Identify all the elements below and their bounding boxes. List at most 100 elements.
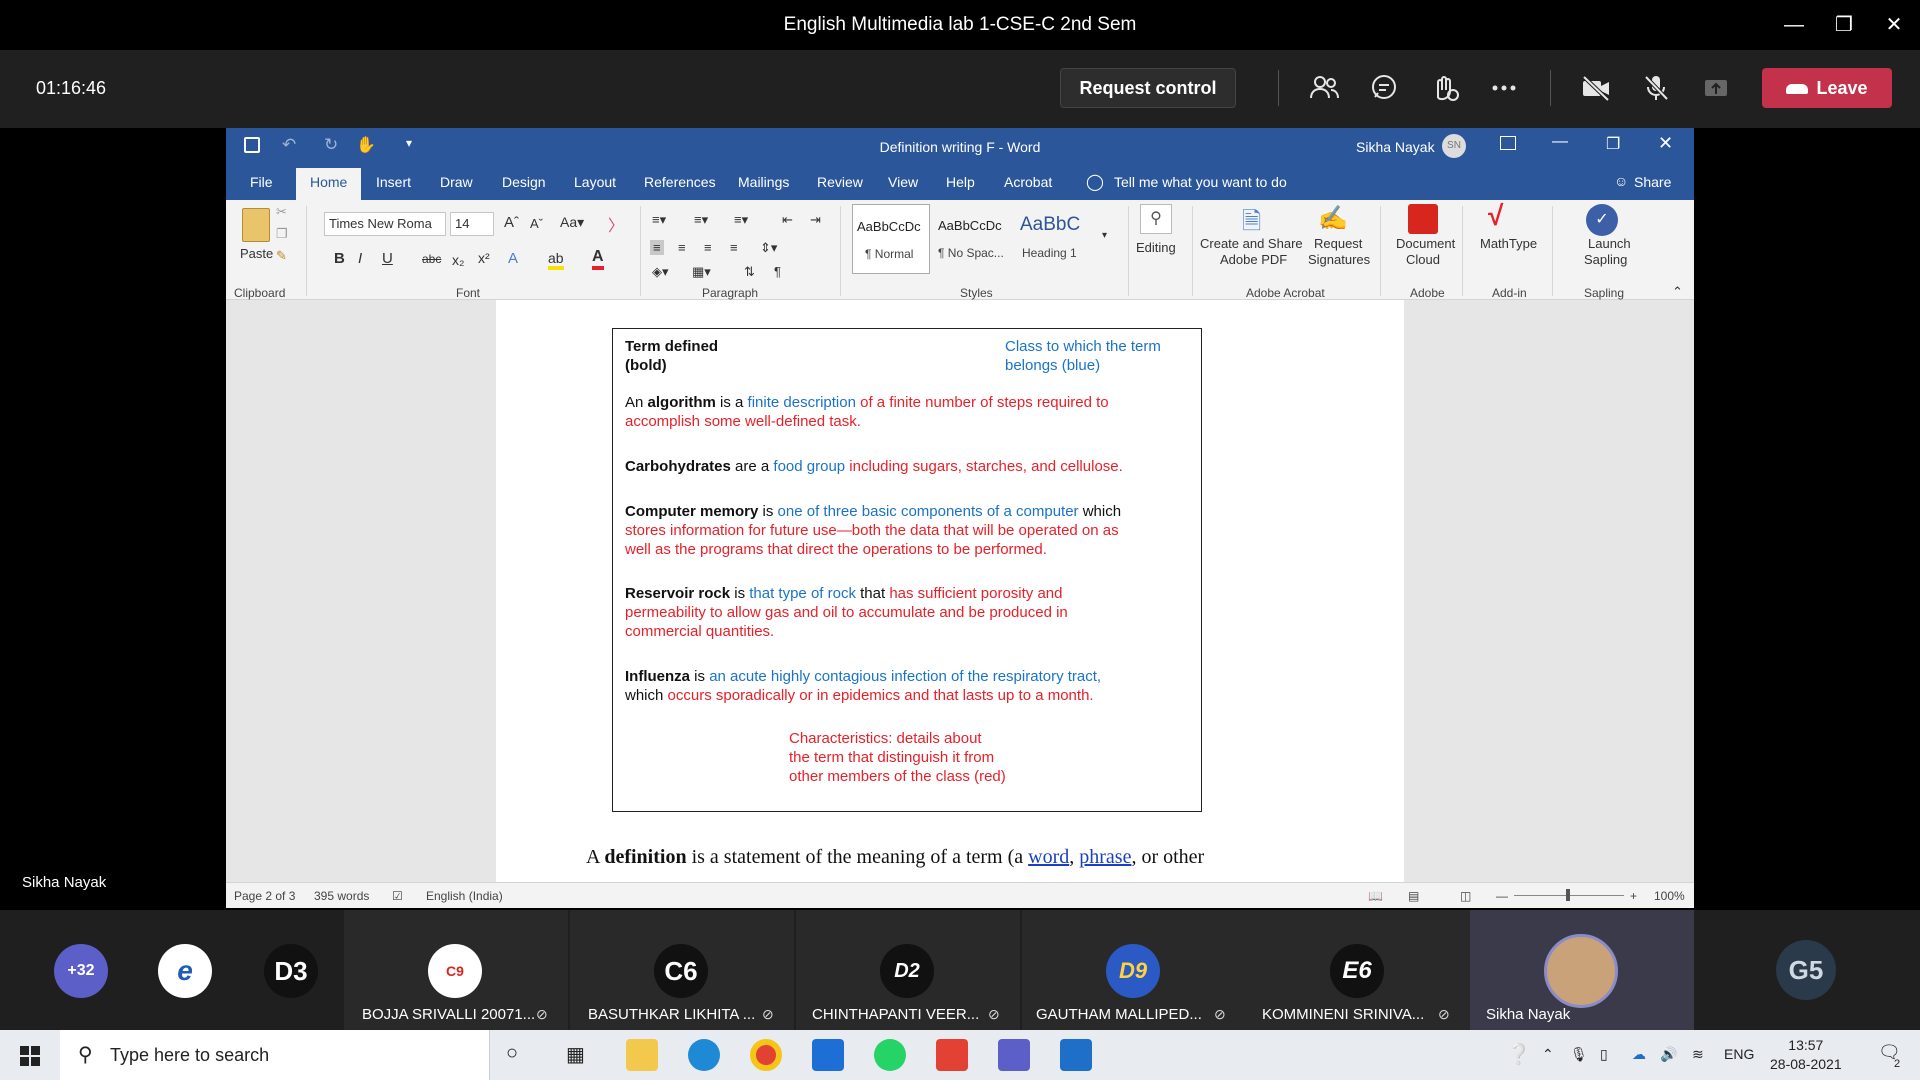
- tell-me-search[interactable]: Tell me what you want to do: [1114, 174, 1287, 190]
- teams-icon[interactable]: [998, 1039, 1030, 1071]
- language-status[interactable]: English (India): [426, 889, 503, 903]
- link-phrase[interactable]: phrase: [1079, 846, 1131, 868]
- help-icon[interactable]: ❔: [1506, 1042, 1531, 1067]
- style-no-spacing[interactable]: AaBbCcDc ¶ No Spac...: [934, 204, 1014, 274]
- document-page[interactable]: Term defined (bold) Class to which the t…: [496, 300, 1404, 882]
- line-spacing-icon[interactable]: ⇕▾: [760, 240, 777, 256]
- align-right-icon[interactable]: ≡: [704, 240, 712, 255]
- mail-icon[interactable]: [812, 1039, 844, 1071]
- document-cloud-label-2[interactable]: Cloud: [1406, 252, 1440, 267]
- proofing-icon[interactable]: ☑: [392, 889, 403, 903]
- more-options-icon[interactable]: [1486, 70, 1522, 106]
- word-close-icon[interactable]: ✕: [1658, 133, 1673, 154]
- tab-home[interactable]: Home: [296, 168, 362, 200]
- participant-tile[interactable]: C9 BOJJA SRIVALLI 20071... ⊘: [344, 910, 568, 1030]
- style-normal[interactable]: AaBbCcDc ¶ Normal: [852, 204, 930, 274]
- shrink-font-icon[interactable]: Aˇ: [530, 216, 543, 231]
- zoom-in-icon[interactable]: +: [1630, 889, 1637, 903]
- bold-icon[interactable]: B: [334, 250, 345, 267]
- italic-icon[interactable]: I: [358, 250, 362, 267]
- shading-icon[interactable]: ◈▾: [652, 264, 669, 280]
- more-participants-badge[interactable]: +32: [54, 944, 108, 998]
- edge-icon[interactable]: [688, 1039, 720, 1071]
- paste-icon[interactable]: [242, 208, 270, 242]
- copy-icon[interactable]: ❐: [276, 226, 288, 242]
- cortana-icon[interactable]: ○: [506, 1042, 518, 1065]
- tab-draw[interactable]: Draw: [440, 174, 473, 190]
- document-cloud-label-1[interactable]: Document: [1396, 236, 1455, 251]
- sort-icon[interactable]: ⇅: [744, 264, 755, 280]
- editing-search-icon[interactable]: ⚲: [1140, 204, 1172, 234]
- clear-formatting-icon[interactable]: 〉: [608, 212, 624, 236]
- numbering-icon[interactable]: ≡▾: [694, 212, 708, 228]
- text-effects-icon[interactable]: A: [508, 250, 518, 267]
- avatar[interactable]: SN: [1442, 134, 1466, 158]
- align-left-icon[interactable]: ≡: [650, 240, 664, 255]
- superscript-icon[interactable]: x²: [478, 250, 490, 266]
- tab-help[interactable]: Help: [946, 174, 975, 190]
- participant-avatar[interactable]: G5: [1776, 940, 1836, 1000]
- mic-off-icon[interactable]: [1638, 70, 1674, 106]
- change-case-icon[interactable]: Aa▾: [560, 214, 584, 231]
- tab-design[interactable]: Design: [502, 174, 546, 190]
- paste-button[interactable]: Paste: [240, 246, 273, 261]
- request-signatures-label-2[interactable]: Signatures: [1308, 252, 1370, 267]
- account-name[interactable]: Sikha Nayak: [1356, 139, 1435, 155]
- windows-start-icon[interactable]: [20, 1046, 40, 1066]
- request-control-button[interactable]: Request control: [1060, 68, 1236, 108]
- tab-references[interactable]: References: [644, 174, 716, 190]
- subscript-icon[interactable]: x₂: [452, 252, 464, 268]
- align-center-icon[interactable]: ≡: [678, 240, 686, 255]
- zoom-slider-thumb[interactable]: [1566, 889, 1570, 901]
- highlight-icon[interactable]: ab: [548, 250, 564, 270]
- microphone-icon[interactable]: 🎙: [1570, 1046, 1588, 1063]
- whatsapp-icon[interactable]: [874, 1039, 906, 1071]
- participants-icon[interactable]: [1306, 70, 1342, 106]
- word-restore-icon[interactable]: ❐: [1606, 134, 1620, 154]
- page-count[interactable]: Page 2 of 3: [234, 889, 295, 903]
- editing-button[interactable]: Editing: [1136, 240, 1176, 255]
- launch-sapling-label-2[interactable]: Sapling: [1584, 252, 1627, 267]
- launch-sapling-label-1[interactable]: Launch: [1588, 236, 1631, 251]
- chrome-icon[interactable]: [750, 1039, 782, 1071]
- share-screen-icon[interactable]: [1698, 70, 1734, 106]
- font-color-icon[interactable]: A: [592, 248, 604, 270]
- participant-tile[interactable]: D2 CHINTHAPANTI VEER... ⊘: [796, 910, 1020, 1030]
- link-word[interactable]: word: [1028, 846, 1069, 868]
- show-hidden-icons-icon[interactable]: ⌃: [1542, 1046, 1554, 1063]
- battery-icon[interactable]: ▯: [1600, 1046, 1608, 1063]
- styles-more-icon[interactable]: ▾: [1102, 230, 1107, 241]
- tab-view[interactable]: View: [888, 174, 918, 190]
- onedrive-icon[interactable]: ☁: [1632, 1046, 1646, 1063]
- close-icon[interactable]: ✕: [1876, 10, 1912, 40]
- collapse-ribbon-icon[interactable]: ⌃: [1672, 284, 1683, 300]
- office-icon[interactable]: [936, 1039, 968, 1071]
- web-layout-icon[interactable]: ◫: [1460, 889, 1471, 903]
- ribbon-display-icon[interactable]: [1500, 136, 1516, 150]
- tab-file[interactable]: File: [250, 174, 273, 190]
- participant-tile[interactable]: C6 BASUTHKAR LIKHITA ... ⊘: [570, 910, 794, 1030]
- wifi-icon[interactable]: ≋: [1692, 1046, 1704, 1063]
- style-heading-1[interactable]: AaBbC Heading 1: [1016, 204, 1096, 274]
- strikethrough-icon[interactable]: abc: [422, 252, 441, 266]
- zoom-out-icon[interactable]: —: [1496, 889, 1508, 903]
- tab-review[interactable]: Review: [817, 174, 863, 190]
- format-painter-icon[interactable]: ✎: [276, 248, 287, 264]
- share-button[interactable]: Share: [1634, 174, 1671, 190]
- create-share-label-2[interactable]: Adobe PDF: [1220, 252, 1287, 267]
- word-count[interactable]: 395 words: [314, 889, 369, 903]
- increase-indent-icon[interactable]: ⇥: [810, 212, 821, 228]
- word-minimize-icon[interactable]: —: [1552, 133, 1568, 151]
- taskbar-search[interactable]: ⚲ Type here to search: [60, 1030, 490, 1080]
- file-explorer-icon[interactable]: [626, 1039, 658, 1071]
- input-language[interactable]: ENG: [1724, 1046, 1754, 1062]
- task-view-icon[interactable]: ▦: [566, 1042, 585, 1067]
- photos-icon[interactable]: [1060, 1039, 1092, 1071]
- document-area[interactable]: Term defined (bold) Class to which the t…: [226, 300, 1694, 882]
- mathtype-button[interactable]: MathType: [1480, 236, 1537, 251]
- camera-off-icon[interactable]: [1578, 70, 1614, 106]
- zoom-level[interactable]: 100%: [1654, 889, 1685, 903]
- chat-icon[interactable]: [1366, 70, 1402, 106]
- create-share-label-1[interactable]: Create and Share: [1200, 236, 1303, 251]
- multilevel-list-icon[interactable]: ≡▾: [734, 212, 748, 228]
